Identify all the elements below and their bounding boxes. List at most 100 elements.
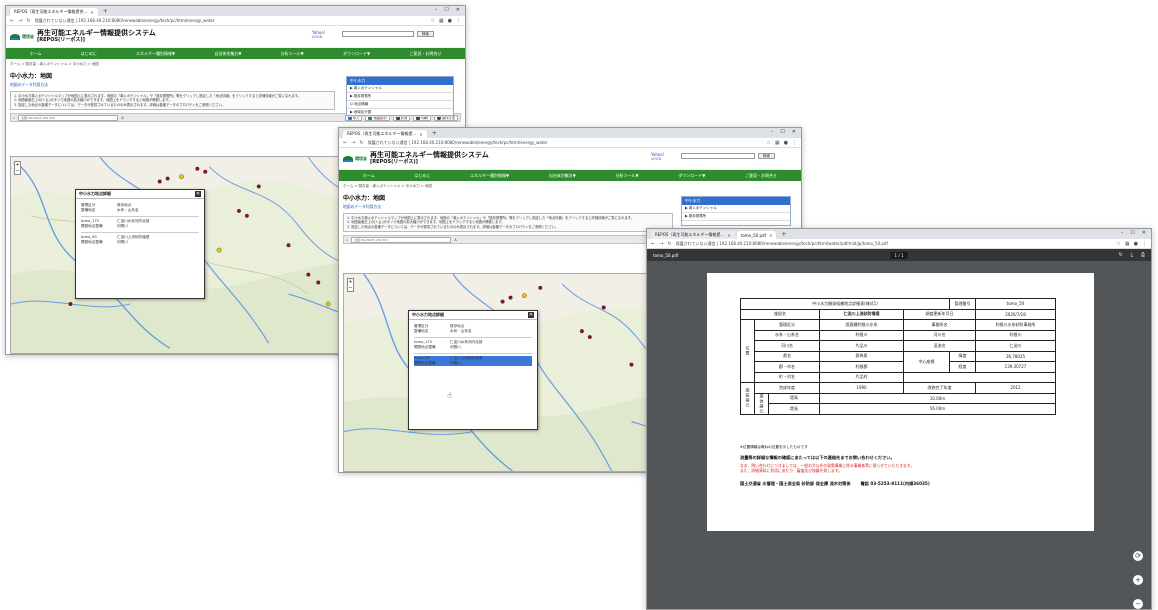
site-logo[interactable]: 環境省 — [10, 33, 34, 40]
back-icon[interactable]: ← — [343, 140, 347, 146]
nav-analysis[interactable]: 分析ツール▼ — [616, 173, 639, 179]
rotate-icon[interactable]: ↻ — [1119, 252, 1123, 258]
nav-intro[interactable]: はじめに — [81, 51, 97, 57]
nav-home[interactable]: ホーム — [30, 51, 42, 57]
back-icon[interactable]: ← — [10, 18, 14, 24]
close-icon[interactable]: ✕ — [456, 7, 460, 13]
nav-municipal[interactable]: 自治体別集計▼ — [214, 51, 241, 57]
tab-repos[interactable]: REPOS（再生可能エネルギー情報提供… ✕ — [10, 8, 98, 16]
search-icon[interactable]: ⌕ — [346, 238, 348, 242]
browser-window-pdf[interactable]: REPOS（再生可能エネルギー情報提… ✕ tomo_50.pdf ✕ + – ☐ ✕ … — [646, 228, 1152, 610]
tab-close-icon[interactable]: ✕ — [419, 132, 422, 137]
breadcrumb[interactable]: ホーム > 賦存量・導入ポテンシャル > 中小水力 > 地図 — [6, 59, 331, 70]
reload-icon[interactable]: ↻ — [359, 140, 363, 146]
minimize-icon[interactable]: – — [771, 129, 774, 135]
breadcrumb[interactable]: ホーム > 賦存量・導入ポテンシャル > 中小水力 > 地図 — [339, 181, 669, 192]
table-label: 施設名 — [740, 308, 820, 320]
star-icon[interactable]: ☆ — [1116, 241, 1120, 247]
close-icon[interactable]: ✕ — [792, 129, 796, 135]
map-person-icon[interactable]: ♙ — [454, 238, 457, 242]
coord-input[interactable]: 北緯:36.209 E:139.333 — [350, 236, 451, 243]
extension-icon[interactable]: ▦ — [775, 140, 780, 146]
yahoo-logo[interactable]: Yahoo! JAPAN — [312, 30, 325, 39]
profile-icon[interactable]: ● — [448, 18, 452, 24]
url-field[interactable]: 保護されていない通信 | 192.168.40.210:8080/renewab… — [676, 241, 1113, 247]
popup-close-button[interactable]: ✕ — [528, 312, 534, 318]
popup-close-button[interactable]: ✕ — [195, 191, 201, 197]
new-tab-icon[interactable]: + — [100, 8, 111, 15]
popup-entry[interactable]: 開発地点整備 利根川 — [81, 240, 199, 245]
nav-energy[interactable]: エネルギー種別情報▼ — [136, 51, 175, 57]
menu-icon[interactable]: ⋮ — [456, 18, 461, 24]
print-icon[interactable]: ⎙ — [1141, 252, 1145, 258]
layer-points[interactable]: ☑ 地点情報 — [347, 101, 453, 109]
nav-municipal[interactable]: 自治体別集計▼ — [549, 173, 576, 179]
nav-analysis[interactable]: 分析ツール▼ — [281, 51, 304, 57]
new-tab-icon[interactable]: + — [778, 231, 789, 238]
nav-intro[interactable]: はじめに — [414, 173, 430, 179]
layer-potential[interactable]: ▶ 導入ポテンシャル — [347, 85, 453, 93]
nav-energy[interactable]: エネルギー種別情報▼ — [470, 173, 509, 179]
minimize-icon[interactable]: – — [435, 7, 438, 13]
tab-repos[interactable]: REPOS（再生可能エネルギー情報提… ✕ — [343, 130, 427, 138]
maximize-icon[interactable]: ☐ — [780, 129, 784, 135]
nav-home[interactable]: ホーム — [363, 173, 375, 179]
tab-repos[interactable]: REPOS（再生可能エネルギー情報提… ✕ — [651, 231, 735, 239]
fit-page-button[interactable]: ⟳ — [1133, 551, 1143, 561]
data-usage-link[interactable]: 地図のデータ利用方法 — [6, 81, 331, 91]
search-icon[interactable]: ⌕ — [13, 116, 15, 120]
zoom-in-button[interactable]: + — [1133, 575, 1143, 585]
url-field[interactable]: 保護されていない通信 | 192.168.40.210:8080/renewab… — [368, 140, 763, 146]
url-field[interactable]: 保護されていない通信 | 192.168.40.210:8080/renewab… — [35, 18, 427, 24]
search-button[interactable]: 検索 — [417, 31, 434, 37]
site-logo[interactable]: 環境省 — [343, 155, 367, 162]
pdf-viewer[interactable]: 中小水力開発候補地点詳細表(様式1) 管理番号 tomo_50 施設名 仁淀川上… — [647, 261, 1151, 609]
layer-regions[interactable]: ▶ 地域区分図 — [347, 109, 453, 117]
popup-entry[interactable]: 開発地点整備 利根川 — [414, 345, 532, 350]
search-button[interactable]: 検索 — [758, 153, 775, 159]
minimize-icon[interactable]: – — [1121, 230, 1124, 236]
reload-icon[interactable]: ↻ — [26, 18, 30, 24]
menu-icon[interactable]: ⋮ — [792, 140, 797, 146]
pdf-page-indicator[interactable]: 1 / 1 — [890, 251, 908, 259]
extension-icon[interactable]: ▦ — [1125, 241, 1130, 247]
star-icon[interactable]: ☆ — [430, 18, 434, 24]
popup-entry-selected[interactable]: 開発地点整備 利根川 — [414, 360, 532, 367]
tab-pdf[interactable]: tomo_50.pdf ✕ — [736, 231, 777, 239]
profile-icon[interactable]: ● — [1134, 241, 1138, 247]
close-icon[interactable]: ✕ — [1142, 230, 1146, 236]
nav-contact[interactable]: ご意見・お問合せ — [409, 51, 441, 57]
reload-icon[interactable]: ↻ — [667, 241, 671, 247]
tab-close-icon[interactable]: ✕ — [769, 233, 772, 238]
layer-potential[interactable]: ▶ 導入ポテンシャル — [682, 205, 790, 213]
nav-download[interactable]: ダウンロード▼ — [343, 51, 370, 57]
zoom-out-button[interactable]: − — [15, 168, 20, 174]
yahoo-logo[interactable]: Yahoo! JAPAN — [651, 152, 664, 161]
forward-icon[interactable]: → — [659, 241, 663, 247]
tab-close-icon[interactable]: ✕ — [727, 233, 730, 238]
popup-entry[interactable]: 開発地点整備 利根川 — [81, 224, 199, 229]
zoom-out-button[interactable]: − — [348, 285, 353, 291]
coord-input[interactable]: 北緯:36.209 E:139.333 — [17, 114, 118, 121]
nav-download[interactable]: ダウンロード▼ — [678, 173, 705, 179]
layer-existing[interactable]: ▶ 既存発電所 — [347, 93, 453, 101]
menu-icon[interactable]: ⋮ — [1142, 241, 1147, 247]
map-person-icon[interactable]: ♙ — [121, 116, 124, 120]
forward-icon[interactable]: → — [18, 18, 22, 24]
download-icon[interactable]: ⤓ — [1131, 252, 1133, 258]
maximize-icon[interactable]: ☐ — [1130, 230, 1134, 236]
profile-icon[interactable]: ● — [784, 140, 788, 146]
zoom-out-button[interactable]: − — [1133, 599, 1143, 609]
extension-icon[interactable]: ▦ — [439, 18, 444, 24]
star-icon[interactable]: ☆ — [766, 140, 770, 146]
search-input[interactable] — [342, 31, 414, 37]
search-input[interactable] — [681, 153, 755, 159]
tab-close-icon[interactable]: ✕ — [90, 10, 93, 15]
new-tab-icon[interactable]: + — [429, 130, 440, 137]
back-icon[interactable]: ← — [651, 241, 655, 247]
layer-existing[interactable]: ▶ 既存発電所 — [682, 213, 790, 221]
maximize-icon[interactable]: ☐ — [444, 7, 448, 13]
data-usage-link[interactable]: 地図のデータ利用方法 — [339, 203, 669, 213]
forward-icon[interactable]: → — [351, 140, 355, 146]
nav-contact[interactable]: ご意見・お問合せ — [745, 173, 777, 179]
